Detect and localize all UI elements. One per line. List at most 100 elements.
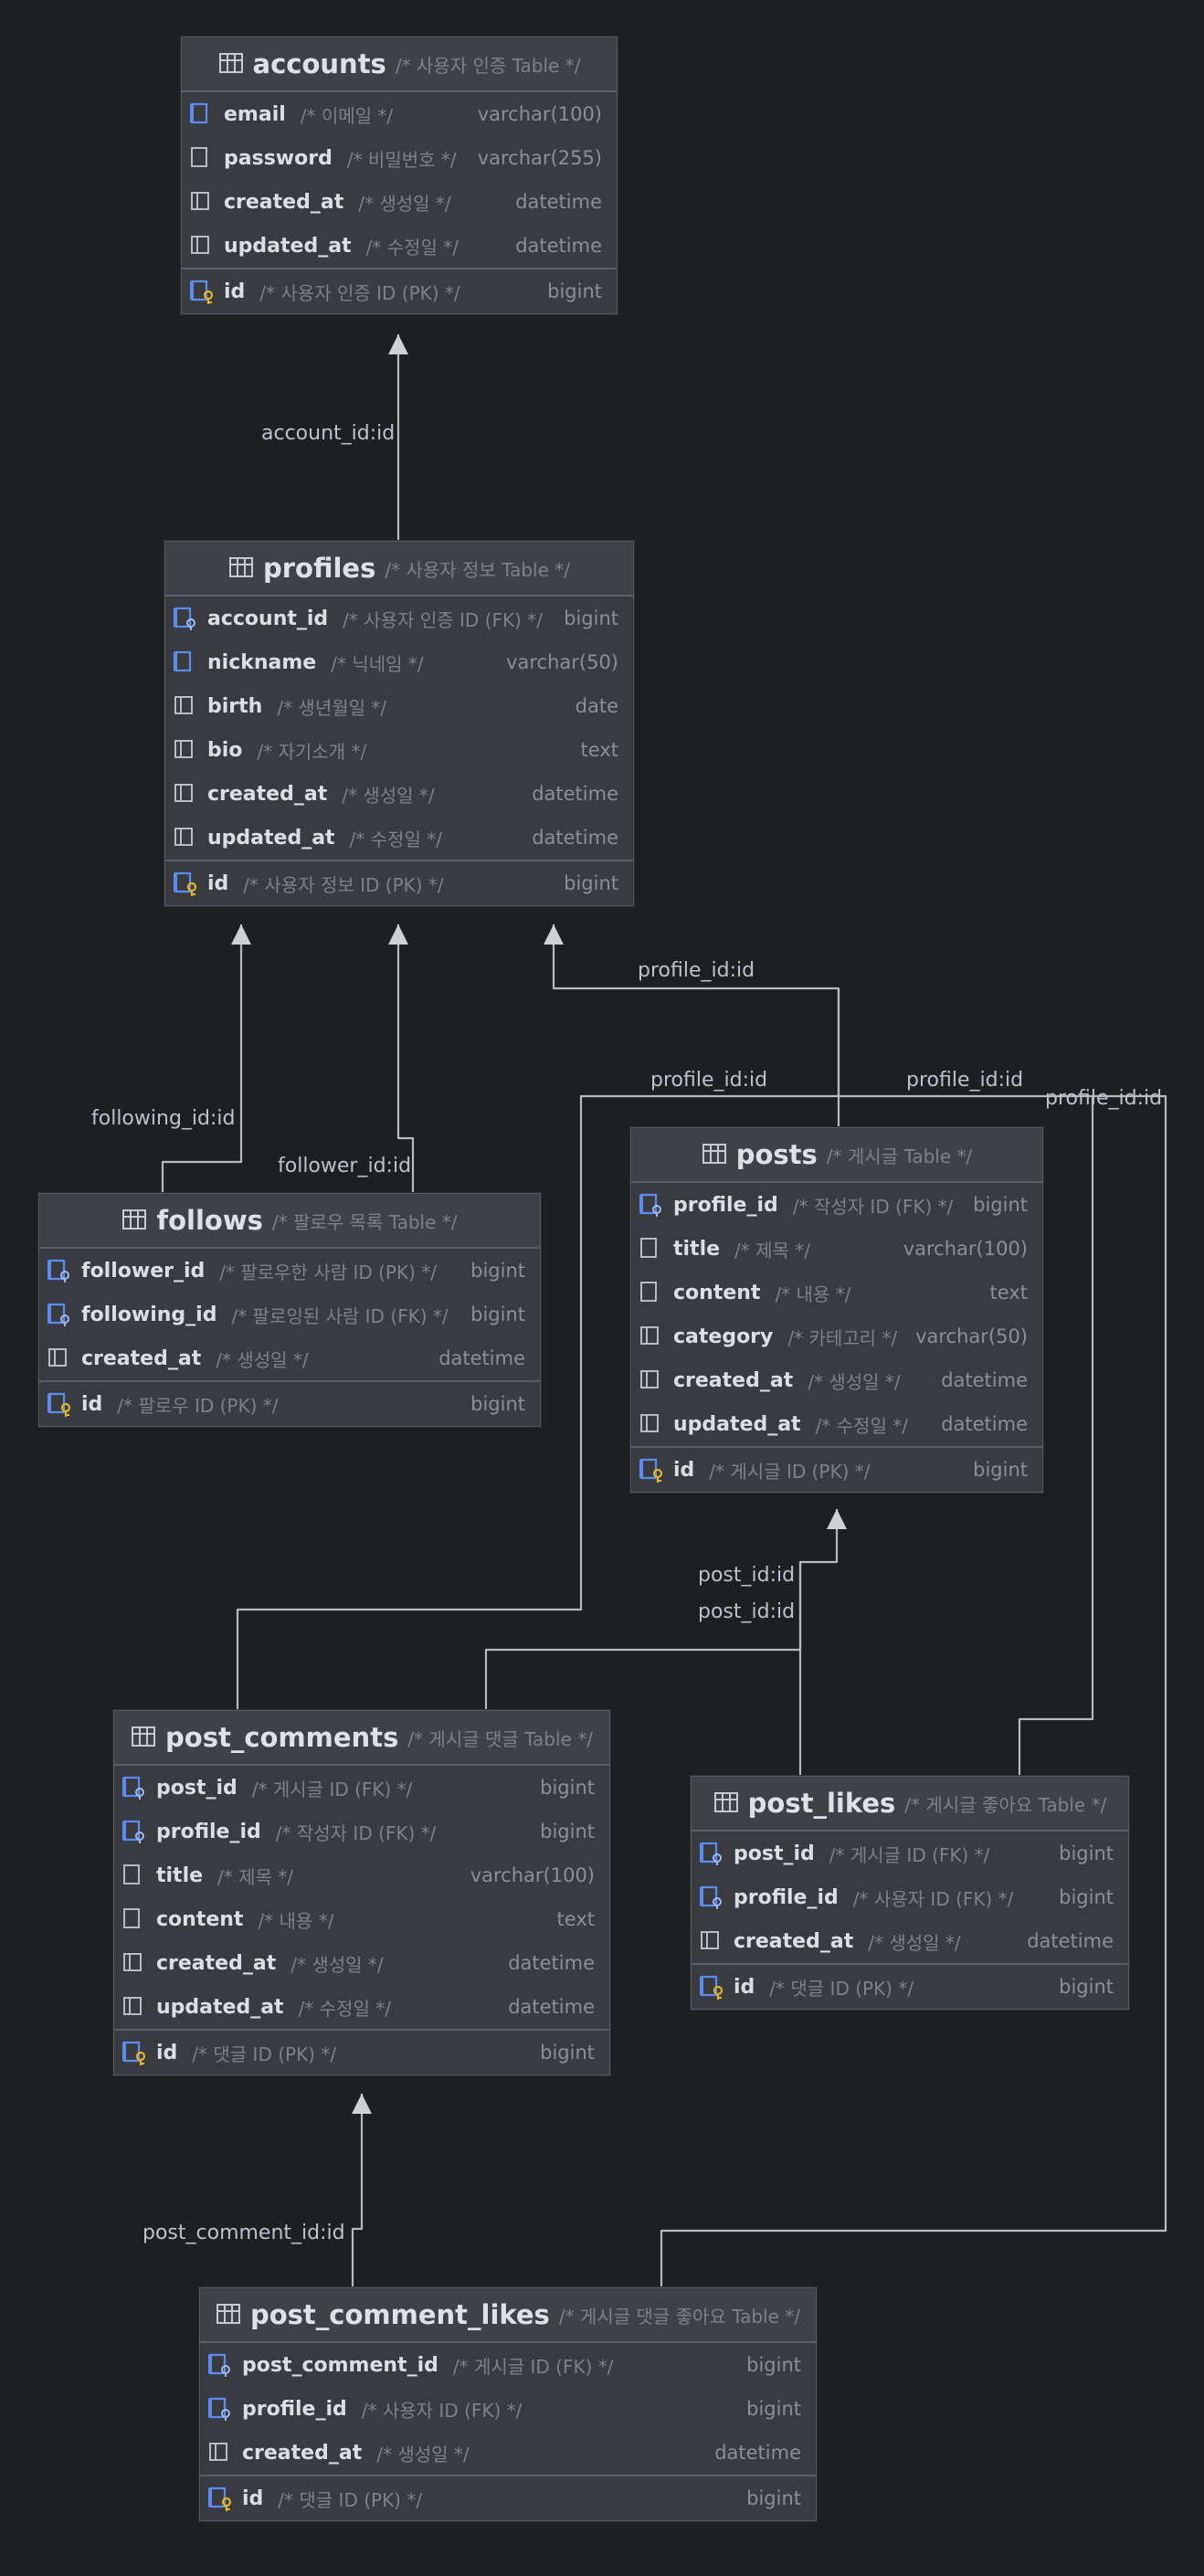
table-icon: [713, 1790, 739, 1816]
column-row[interactable]: content /* 내용 */ text: [114, 1897, 609, 1941]
pk-column-row[interactable]: id /* 사용자 인증 ID (PK) */ bigint: [182, 268, 617, 313]
pk-column-row[interactable]: id /* 사용자 정보 ID (PK) */ bigint: [165, 860, 633, 905]
table-follows[interactable]: follows /* 팔로우 목록 Table */ follower_id /* 팔…: [38, 1193, 541, 1427]
column-row[interactable]: created_at /* 생성일 */ datetime: [692, 1919, 1128, 1963]
column-row[interactable]: follower_id /* 팔로우한 사람 ID (PK) */ bigint: [39, 1249, 540, 1293]
relationship-line-e3[interactable]: [396, 924, 415, 1193]
column-row[interactable]: updated_at /* 수정일 */ datetime: [165, 816, 633, 860]
table-post-comment-likes[interactable]: post_comment_likes /* 게시글 댓글 좋아요 Table */…: [199, 2287, 817, 2521]
table-header[interactable]: post_comments /* 게시글 댓글 Table */: [114, 1711, 609, 1766]
column-name: id: [81, 1392, 103, 1416]
table-icon: [131, 1725, 156, 1750]
column-comment: /* 닉네임 */: [331, 652, 424, 675]
column-row[interactable]: profile_id /* 사용자 ID (FK) */ bigint: [692, 1875, 1128, 1919]
table-header[interactable]: profiles /* 사용자 정보 Table */: [165, 542, 633, 596]
table-post-comments[interactable]: post_comments /* 게시글 댓글 Table */ post_id /*…: [113, 1710, 610, 2075]
column-row[interactable]: nickname /* 닉네임 */ varchar(50): [165, 640, 633, 684]
pk-column-row[interactable]: id /* 팔로우 ID (PK) */ bigint: [39, 1380, 540, 1426]
column-type: bigint: [540, 2042, 595, 2064]
column-name: account_id: [207, 607, 329, 630]
column-row[interactable]: created_at /* 생성일 */ datetime: [631, 1358, 1042, 1402]
column-row[interactable]: updated_at /* 수정일 */ datetime: [114, 1985, 609, 2029]
column-row[interactable]: title /* 제목 */ varchar(100): [631, 1227, 1042, 1271]
column-row[interactable]: post_id /* 게시글 ID (FK) */ bigint: [114, 1766, 609, 1810]
column-comment: /* 생성일 */: [358, 192, 451, 215]
relationship-line-e4[interactable]: [552, 924, 840, 1127]
table-name: profiles: [263, 553, 376, 584]
column-row[interactable]: post_id /* 게시글 ID (FK) */ bigint: [692, 1832, 1128, 1875]
column-row[interactable]: bio /* 자기소개 */ text: [165, 728, 633, 772]
column-comment: /* 사용자 인증 ID (PK) */: [259, 281, 460, 304]
column-row[interactable]: created_at /* 생성일 */ datetime: [165, 772, 633, 816]
column-row[interactable]: email /* 이메일 */ varchar(100): [182, 92, 617, 136]
table-header[interactable]: follows /* 팔로우 목록 Table */: [39, 1194, 540, 1249]
column-comment: /* 내용 */: [775, 1283, 851, 1305]
column-row[interactable]: account_id /* 사용자 인증 ID (FK) */ bigint: [165, 596, 633, 640]
table-name: post_comment_likes: [249, 2299, 550, 2330]
column-icon: [189, 189, 217, 215]
primary-key-icon: [121, 2040, 149, 2065]
column-type: bigint: [564, 607, 618, 629]
column-row[interactable]: created_at /* 생성일 */ datetime: [182, 180, 617, 224]
column-icon: [47, 1346, 74, 1371]
relationship-line-e10[interactable]: [351, 2094, 364, 2287]
column-icon: [121, 1994, 149, 2020]
column-row[interactable]: created_at /* 생성일 */ datetime: [39, 1336, 540, 1380]
column-type: datetime: [941, 1369, 1028, 1391]
table-profiles[interactable]: profiles /* 사용자 정보 Table */ account_id /* 사…: [164, 541, 634, 906]
relationship-label: profile_id:id: [906, 1069, 1024, 1092]
column-row[interactable]: created_at /* 생성일 */ datetime: [200, 2431, 816, 2475]
column-icon: [173, 781, 200, 807]
pk-column-row[interactable]: id /* 댓글 ID (PK) */ bigint: [114, 2029, 609, 2075]
pk-column-row[interactable]: id /* 댓글 ID (PK) */ bigint: [692, 1963, 1128, 2009]
table-accounts[interactable]: accounts /* 사용자 인증 Table */ email /* 이메일 */…: [181, 37, 618, 314]
pk-column-row[interactable]: id /* 댓글 ID (PK) */ bigint: [200, 2475, 816, 2520]
column-type: bigint: [470, 1260, 525, 1282]
column-type: bigint: [470, 1393, 525, 1415]
table-header[interactable]: accounts /* 사용자 인증 Table */: [182, 37, 617, 92]
table-post-likes[interactable]: post_likes /* 게시글 좋아요 Table */ post_id /* 게…: [691, 1776, 1129, 2010]
column-row[interactable]: profile_id /* 사용자 ID (FK) */ bigint: [200, 2387, 816, 2431]
column-comment: /* 자기소개 */: [257, 740, 367, 763]
column-type: datetime: [941, 1413, 1028, 1435]
column-row[interactable]: profile_id /* 작성자 ID (FK) */ bigint: [631, 1183, 1042, 1227]
column-type: bigint: [470, 1304, 525, 1325]
table-icon: [121, 1208, 147, 1233]
column-row[interactable]: birth /* 생년월일 */ date: [165, 684, 633, 728]
column-row[interactable]: created_at /* 생성일 */ datetime: [114, 1941, 609, 1985]
column-row[interactable]: following_id /* 팔로잉된 사람 ID (FK) */ bigint: [39, 1293, 540, 1336]
relationship-line-e8[interactable]: [798, 1509, 839, 1776]
relationship-label: profile_id:id: [650, 1069, 768, 1092]
column-row[interactable]: title /* 제목 */ varchar(100): [114, 1853, 609, 1897]
relationship-line-e2[interactable]: [161, 924, 243, 1193]
column-row[interactable]: content /* 내용 */ text: [631, 1271, 1042, 1314]
column-comment: /* 생년월일 */: [277, 696, 387, 719]
table-header[interactable]: posts /* 게시글 Table */: [631, 1128, 1042, 1183]
table-header[interactable]: post_comment_likes /* 게시글 댓글 좋아요 Table */: [200, 2288, 816, 2343]
table-comment: /* 사용자 인증 Table */: [395, 54, 581, 77]
column-row[interactable]: updated_at /* 수정일 */ datetime: [631, 1402, 1042, 1446]
column-type: text: [556, 1908, 595, 1930]
column-row[interactable]: profile_id /* 작성자 ID (FK) */ bigint: [114, 1810, 609, 1853]
column-comment: /* 이메일 */: [300, 104, 394, 127]
column-type: bigint: [547, 280, 602, 302]
table-comment: /* 게시글 댓글 Table */: [407, 1727, 593, 1750]
column-type: bigint: [973, 1459, 1028, 1481]
column-comment: /* 생성일 */: [376, 2443, 470, 2465]
column-name: created_at: [673, 1368, 794, 1392]
column-type: bigint: [746, 2354, 801, 2376]
er-diagram-canvas: accounts /* 사용자 인증 Table */ email /* 이메일 */…: [0, 0, 1204, 2576]
column-row[interactable]: post_comment_id /* 게시글 ID (FK) */ bigint: [200, 2343, 816, 2387]
column-comment: /* 생성일 */: [808, 1370, 901, 1393]
column-row[interactable]: updated_at /* 수정일 */ datetime: [182, 224, 617, 268]
column-name: created_at: [734, 1929, 854, 1953]
column-type: varchar(100): [903, 1238, 1028, 1260]
table-icon: [228, 555, 254, 581]
table-header[interactable]: post_likes /* 게시글 좋아요 Table */: [692, 1777, 1128, 1832]
column-row[interactable]: category /* 카테고리 */ varchar(50): [631, 1314, 1042, 1358]
column-row[interactable]: password /* 비밀번호 */ varchar(255): [182, 136, 617, 180]
column-comment: /* 수정일 */: [298, 1997, 391, 2020]
foreign-key-column-icon: [47, 1258, 74, 1283]
table-posts[interactable]: posts /* 게시글 Table */ profile_id /* 작성자 ID …: [630, 1127, 1043, 1493]
pk-column-row[interactable]: id /* 게시글 ID (PK) */ bigint: [631, 1446, 1042, 1492]
